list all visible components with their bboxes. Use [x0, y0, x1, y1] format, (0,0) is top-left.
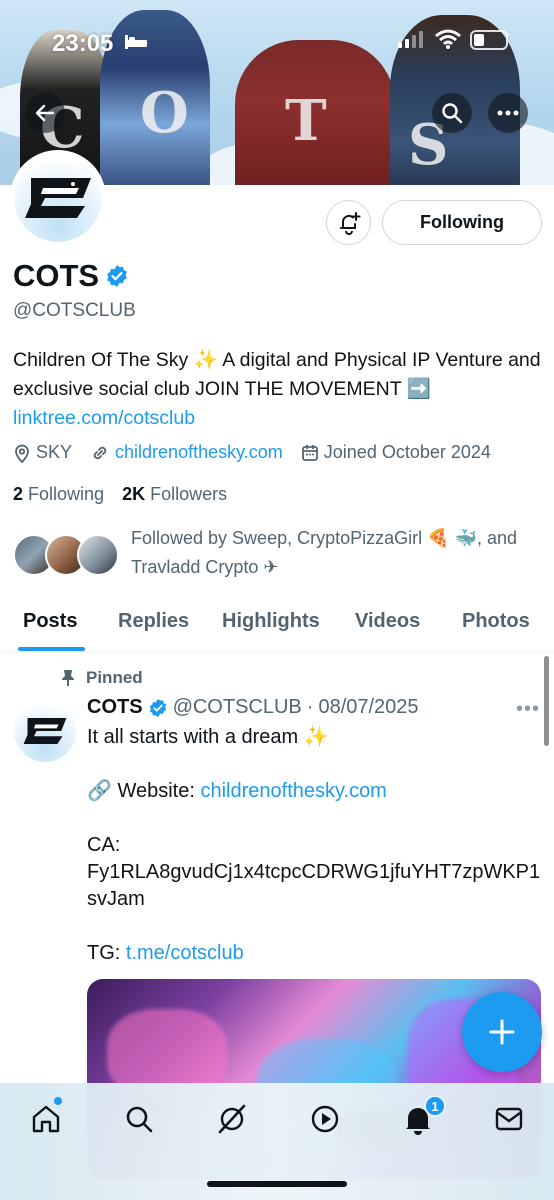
- bio-text: Children Of The Sky ✨ A digital and Phys…: [13, 349, 541, 400]
- followers-count-label: Followers: [150, 484, 228, 504]
- nav-messages[interactable]: [491, 1101, 527, 1137]
- search-icon: [442, 103, 463, 124]
- home-icon: [32, 1105, 60, 1133]
- post-tg-prefix: TG:: [87, 942, 126, 964]
- cots-logo-icon: [25, 178, 91, 218]
- post-more-icon[interactable]: •••: [516, 698, 540, 721]
- scrollbar[interactable]: [544, 656, 549, 746]
- plus-icon: [489, 1019, 515, 1045]
- pin-icon: [62, 670, 74, 686]
- post-author-avatar[interactable]: [14, 700, 76, 762]
- post-date[interactable]: 08/07/2025: [318, 696, 418, 719]
- cellular-signal-icon: [398, 30, 423, 48]
- location-text: SKY: [36, 442, 73, 462]
- bio-link[interactable]: linktree.com/cotsclub: [13, 407, 195, 429]
- tab-videos[interactable]: Videos: [355, 610, 420, 633]
- location-pin-icon: [15, 444, 29, 463]
- post-ca-label: CA:: [87, 834, 121, 856]
- follow-counts: 2 Following 2K Followers: [13, 484, 227, 505]
- nav-home[interactable]: [28, 1101, 64, 1137]
- profile-meta: SKY childrenofthesky.com Joined October …: [13, 442, 509, 463]
- website-item: childrenofthesky.com: [90, 442, 283, 463]
- search-profile-button[interactable]: [432, 93, 472, 133]
- post-line: It all starts with a dream ✨: [87, 726, 329, 748]
- mail-icon: [495, 1107, 523, 1131]
- followed-by-row[interactable]: Followed by Sweep, CryptoPizzaGirl 🍕 🐳, …: [13, 524, 543, 584]
- more-icon: [497, 110, 519, 116]
- following-button[interactable]: Following: [382, 200, 542, 245]
- home-unread-dot: [54, 1097, 62, 1105]
- post-tg-link[interactable]: t.me/cotsclub: [126, 942, 244, 964]
- profile-handle: @COTSCLUB: [13, 300, 136, 321]
- status-time: 23:05: [52, 30, 114, 57]
- tab-posts[interactable]: Posts: [23, 610, 77, 633]
- pinned-label-row: Pinned: [60, 668, 143, 688]
- location-item: SKY: [13, 442, 72, 463]
- website-link[interactable]: childrenofthesky.com: [115, 442, 283, 463]
- tab-replies[interactable]: Replies: [118, 610, 189, 633]
- video-play-icon: [311, 1105, 339, 1133]
- post-header: COTS @COTSCLUB · 08/07/2025: [87, 696, 419, 719]
- followed-by-text: Followed by Sweep, CryptoPizzaGirl 🍕 🐳, …: [131, 528, 517, 577]
- profile-bio: Children Of The Sky ✨ A digital and Phys…: [13, 346, 548, 433]
- back-arrow-icon: [35, 104, 55, 122]
- status-bar: 23:05: [0, 0, 554, 80]
- calendar-icon: [301, 444, 318, 461]
- joined-item: Joined October 2024: [301, 442, 491, 463]
- tab-highlights[interactable]: Highlights: [222, 610, 320, 633]
- followers-count-link[interactable]: 2K Followers: [122, 484, 227, 505]
- profile-tabs: Posts Replies Highlights Videos Photos: [0, 600, 554, 652]
- bell-plus-icon: [339, 211, 360, 235]
- followers-count: 2K: [122, 484, 146, 504]
- following-count-label: Following: [28, 484, 105, 504]
- verified-badge-icon[interactable]: [105, 264, 129, 288]
- compose-button[interactable]: [462, 992, 542, 1072]
- nav-search[interactable]: [121, 1101, 157, 1137]
- tab-photos[interactable]: Photos: [462, 610, 530, 633]
- notification-subscribe-button[interactable]: [326, 200, 371, 245]
- notification-badge: 1: [424, 1095, 446, 1117]
- post-body: It all starts with a dream ✨ 🔗 Website: …: [87, 724, 547, 967]
- home-indicator[interactable]: [207, 1181, 347, 1187]
- joined-text: Joined October 2024: [323, 442, 491, 462]
- following-count: 2: [13, 484, 24, 504]
- active-tab-indicator: [18, 647, 85, 651]
- post-ca-value: Fy1RLA8gvudCj1x4tcpcCDRWG1jfuYHT7zpWKP1s…: [87, 861, 541, 910]
- back-button[interactable]: [25, 93, 65, 133]
- post-separator: ·: [306, 696, 314, 718]
- post-author-handle[interactable]: @COTSCLUB: [173, 696, 302, 719]
- link-icon: [93, 446, 107, 459]
- pinned-text: Pinned: [86, 668, 143, 687]
- post-website-prefix: 🔗 Website:: [87, 780, 201, 802]
- nav-video[interactable]: [307, 1101, 343, 1137]
- search-icon: [126, 1106, 153, 1133]
- profile-avatar[interactable]: [10, 150, 106, 246]
- post-website-link[interactable]: childrenofthesky.com: [200, 780, 386, 802]
- post-author-name[interactable]: COTS: [87, 696, 143, 719]
- verified-badge-icon: [149, 698, 166, 717]
- wifi-icon: [434, 28, 462, 55]
- battery-icon: [470, 30, 508, 50]
- following-count-link[interactable]: 2 Following: [13, 484, 104, 505]
- more-options-button[interactable]: [488, 93, 528, 133]
- cots-logo-icon: [23, 718, 67, 744]
- profile-name-row: COTS: [13, 258, 129, 294]
- nav-grok[interactable]: [214, 1101, 250, 1137]
- display-name: COTS: [13, 258, 100, 293]
- sleep-focus-icon: [124, 34, 148, 55]
- follower-avatar: [77, 534, 119, 576]
- grok-icon: [218, 1104, 246, 1134]
